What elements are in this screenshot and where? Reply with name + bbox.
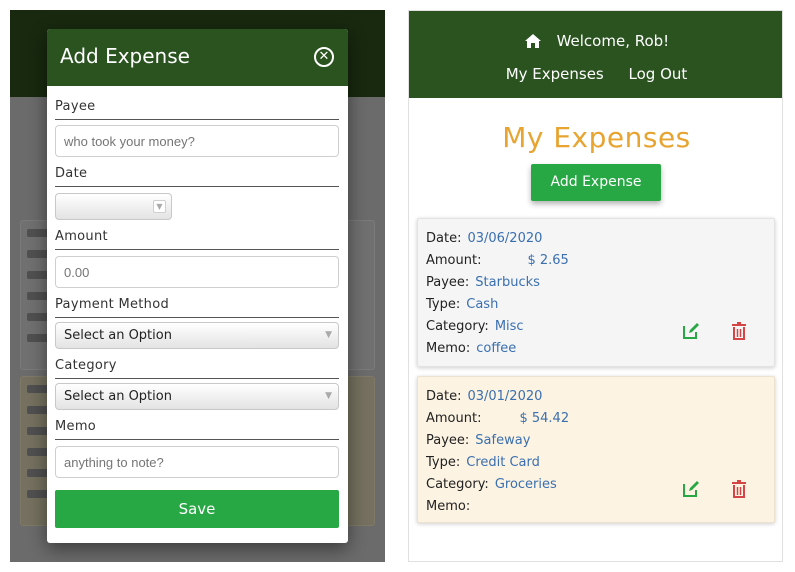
modal-header: Add Expense ✕	[47, 29, 348, 86]
date-label: Date:	[426, 389, 462, 404]
category-value: Misc	[494, 319, 524, 334]
chevron-down-icon: ▼	[325, 330, 332, 340]
payee-value: Safeway	[475, 433, 531, 448]
welcome-text: Welcome, Rob!	[556, 32, 670, 50]
edit-icon[interactable]	[681, 321, 701, 341]
date-value: 03/06/2020	[467, 231, 543, 246]
category-value: Groceries	[494, 477, 557, 492]
divider	[55, 439, 339, 440]
nav-link-my-expenses[interactable]: My Expenses	[506, 65, 604, 83]
memo-label: Memo:	[426, 341, 471, 356]
date-value: 03/01/2020	[467, 389, 543, 404]
payee-label: Payee:	[426, 275, 470, 290]
amount-label: Amount:	[426, 253, 482, 268]
payment-method-value: Select an Option	[64, 328, 172, 343]
trash-icon[interactable]	[729, 479, 749, 499]
add-expense-screen: Add Expense ✕ Payee Date ▼ Amount Paymen…	[10, 10, 385, 562]
my-expenses-screen: Welcome, Rob! My Expenses Log Out My Exp…	[408, 10, 783, 562]
category-label: Category:	[426, 477, 489, 492]
divider	[55, 186, 339, 187]
payee-label: Payee	[55, 99, 96, 114]
category-select[interactable]: Select an Option ▼	[55, 383, 339, 410]
top-nav: Welcome, Rob! My Expenses Log Out	[409, 11, 782, 98]
chevron-down-icon: ▼	[325, 391, 332, 401]
trash-icon[interactable]	[729, 321, 749, 341]
welcome-row: Welcome, Rob!	[409, 32, 782, 50]
nav-links: My Expenses Log Out	[409, 65, 782, 83]
add-expense-modal: Add Expense ✕ Payee Date ▼ Amount Paymen…	[47, 29, 348, 543]
chevron-down-icon: ▼	[153, 200, 166, 213]
category-label: Category:	[426, 319, 489, 334]
payment-method-select[interactable]: Select an Option ▼	[55, 322, 339, 349]
amount-label: Amount	[55, 229, 108, 244]
category-label: Category	[55, 358, 117, 373]
payee-label: Payee:	[426, 433, 470, 448]
memo-value: coffee	[476, 341, 517, 356]
payee-input[interactable]	[55, 125, 339, 157]
page-title: My Expenses	[502, 121, 691, 154]
add-expense-button[interactable]: Add Expense	[531, 164, 661, 201]
close-icon[interactable]: ✕	[314, 47, 334, 67]
divider	[55, 249, 339, 250]
edit-icon[interactable]	[681, 479, 701, 499]
date-select[interactable]: ▼	[55, 193, 172, 220]
category-value: Select an Option	[64, 389, 172, 404]
modal-title: Add Expense	[60, 44, 190, 68]
home-icon[interactable]	[524, 33, 542, 49]
amount-value: $ 54.42	[519, 411, 570, 426]
memo-label: Memo:	[426, 499, 471, 514]
divider	[55, 378, 339, 379]
memo-input[interactable]	[55, 446, 339, 478]
amount-input[interactable]	[55, 256, 339, 288]
divider	[55, 119, 339, 120]
date-label: Date	[55, 166, 88, 181]
date-label: Date:	[426, 231, 462, 246]
expense-card: Date: 03/06/2020 Amount: $ 2.65 Payee: Star…	[417, 218, 775, 367]
type-label: Type:	[426, 297, 461, 312]
divider	[55, 317, 339, 318]
payment-method-label: Payment Method	[55, 297, 170, 312]
expense-card: Date: 03/01/2020 Amount: $ 54.42 Payee: Saf…	[417, 376, 775, 523]
save-button[interactable]: Save	[55, 490, 339, 528]
type-label: Type:	[426, 455, 461, 470]
nav-link-log-out[interactable]: Log Out	[629, 65, 688, 83]
amount-value: $ 2.65	[527, 253, 569, 268]
type-value: Cash	[466, 297, 499, 312]
type-value: Credit Card	[466, 455, 540, 470]
payee-value: Starbucks	[475, 275, 540, 290]
memo-label: Memo	[55, 419, 97, 434]
amount-label: Amount:	[426, 411, 482, 426]
